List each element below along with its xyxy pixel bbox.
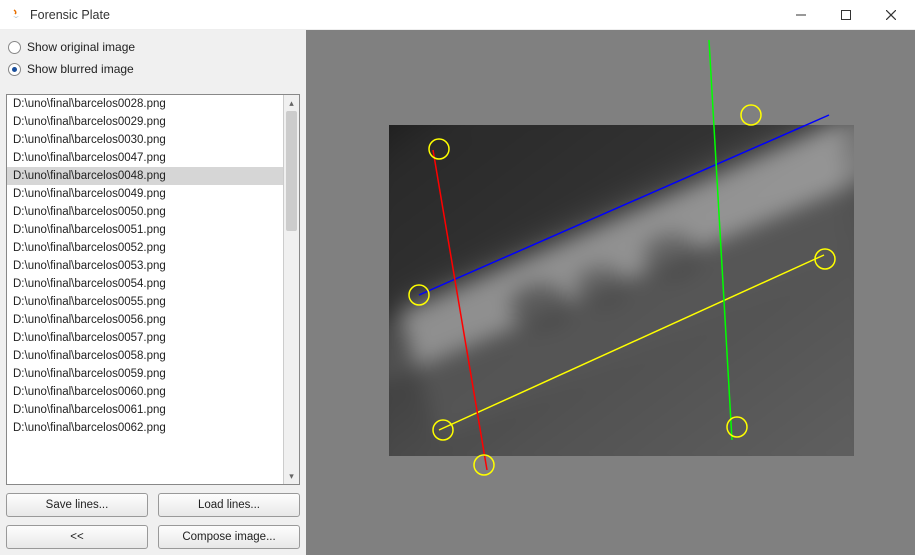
scroll-thumb[interactable] bbox=[286, 111, 297, 231]
file-item[interactable]: D:\uno\final\barcelos0061.png bbox=[7, 401, 283, 419]
file-item[interactable]: D:\uno\final\barcelos0049.png bbox=[7, 185, 283, 203]
minimize-button[interactable] bbox=[778, 1, 823, 29]
radio-show-original[interactable]: Show original image bbox=[6, 36, 300, 58]
back-button[interactable]: << bbox=[6, 525, 148, 549]
file-item[interactable]: D:\uno\final\barcelos0051.png bbox=[7, 221, 283, 239]
blurred-image bbox=[389, 125, 854, 456]
content-area: Show original image Show blurred image D… bbox=[0, 30, 915, 555]
file-item[interactable]: D:\uno\final\barcelos0059.png bbox=[7, 365, 283, 383]
load-lines-button[interactable]: Load lines... bbox=[158, 493, 300, 517]
file-item[interactable]: D:\uno\final\barcelos0050.png bbox=[7, 203, 283, 221]
file-item[interactable]: D:\uno\final\barcelos0028.png bbox=[7, 95, 283, 113]
scroll-down-icon[interactable]: ▾ bbox=[284, 468, 299, 484]
radio-label: Show blurred image bbox=[27, 62, 134, 76]
maximize-button[interactable] bbox=[823, 1, 868, 29]
file-item[interactable]: D:\uno\final\barcelos0056.png bbox=[7, 311, 283, 329]
file-item[interactable]: D:\uno\final\barcelos0060.png bbox=[7, 383, 283, 401]
file-item[interactable]: D:\uno\final\barcelos0052.png bbox=[7, 239, 283, 257]
image-panel[interactable] bbox=[306, 30, 915, 555]
radio-label: Show original image bbox=[27, 40, 135, 54]
save-lines-button[interactable]: Save lines... bbox=[6, 493, 148, 517]
left-panel: Show original image Show blurred image D… bbox=[0, 30, 306, 555]
radio-icon bbox=[8, 41, 21, 54]
file-item[interactable]: D:\uno\final\barcelos0057.png bbox=[7, 329, 283, 347]
button-row-2: << Compose image... bbox=[6, 525, 300, 549]
file-list[interactable]: D:\uno\final\barcelos0028.pngD:\uno\fina… bbox=[6, 94, 300, 485]
scrollbar[interactable]: ▴ ▾ bbox=[283, 95, 299, 484]
file-item[interactable]: D:\uno\final\barcelos0062.png bbox=[7, 419, 283, 437]
image-frame bbox=[389, 125, 854, 456]
file-item[interactable]: D:\uno\final\barcelos0048.png bbox=[7, 167, 283, 185]
radio-icon bbox=[8, 63, 21, 76]
file-item[interactable]: D:\uno\final\barcelos0054.png bbox=[7, 275, 283, 293]
file-item[interactable]: D:\uno\final\barcelos0029.png bbox=[7, 113, 283, 131]
file-item[interactable]: D:\uno\final\barcelos0055.png bbox=[7, 293, 283, 311]
file-item[interactable]: D:\uno\final\barcelos0058.png bbox=[7, 347, 283, 365]
file-item[interactable]: D:\uno\final\barcelos0047.png bbox=[7, 149, 283, 167]
close-button[interactable] bbox=[868, 1, 913, 29]
button-row-1: Save lines... Load lines... bbox=[6, 493, 300, 517]
titlebar: Forensic Plate bbox=[0, 0, 915, 30]
file-item[interactable]: D:\uno\final\barcelos0053.png bbox=[7, 257, 283, 275]
compose-image-button[interactable]: Compose image... bbox=[158, 525, 300, 549]
java-icon bbox=[8, 7, 24, 23]
window-title: Forensic Plate bbox=[30, 8, 778, 22]
scroll-up-icon[interactable]: ▴ bbox=[284, 95, 299, 111]
radio-show-blurred[interactable]: Show blurred image bbox=[6, 58, 300, 80]
file-item[interactable]: D:\uno\final\barcelos0030.png bbox=[7, 131, 283, 149]
window-controls bbox=[778, 1, 913, 29]
